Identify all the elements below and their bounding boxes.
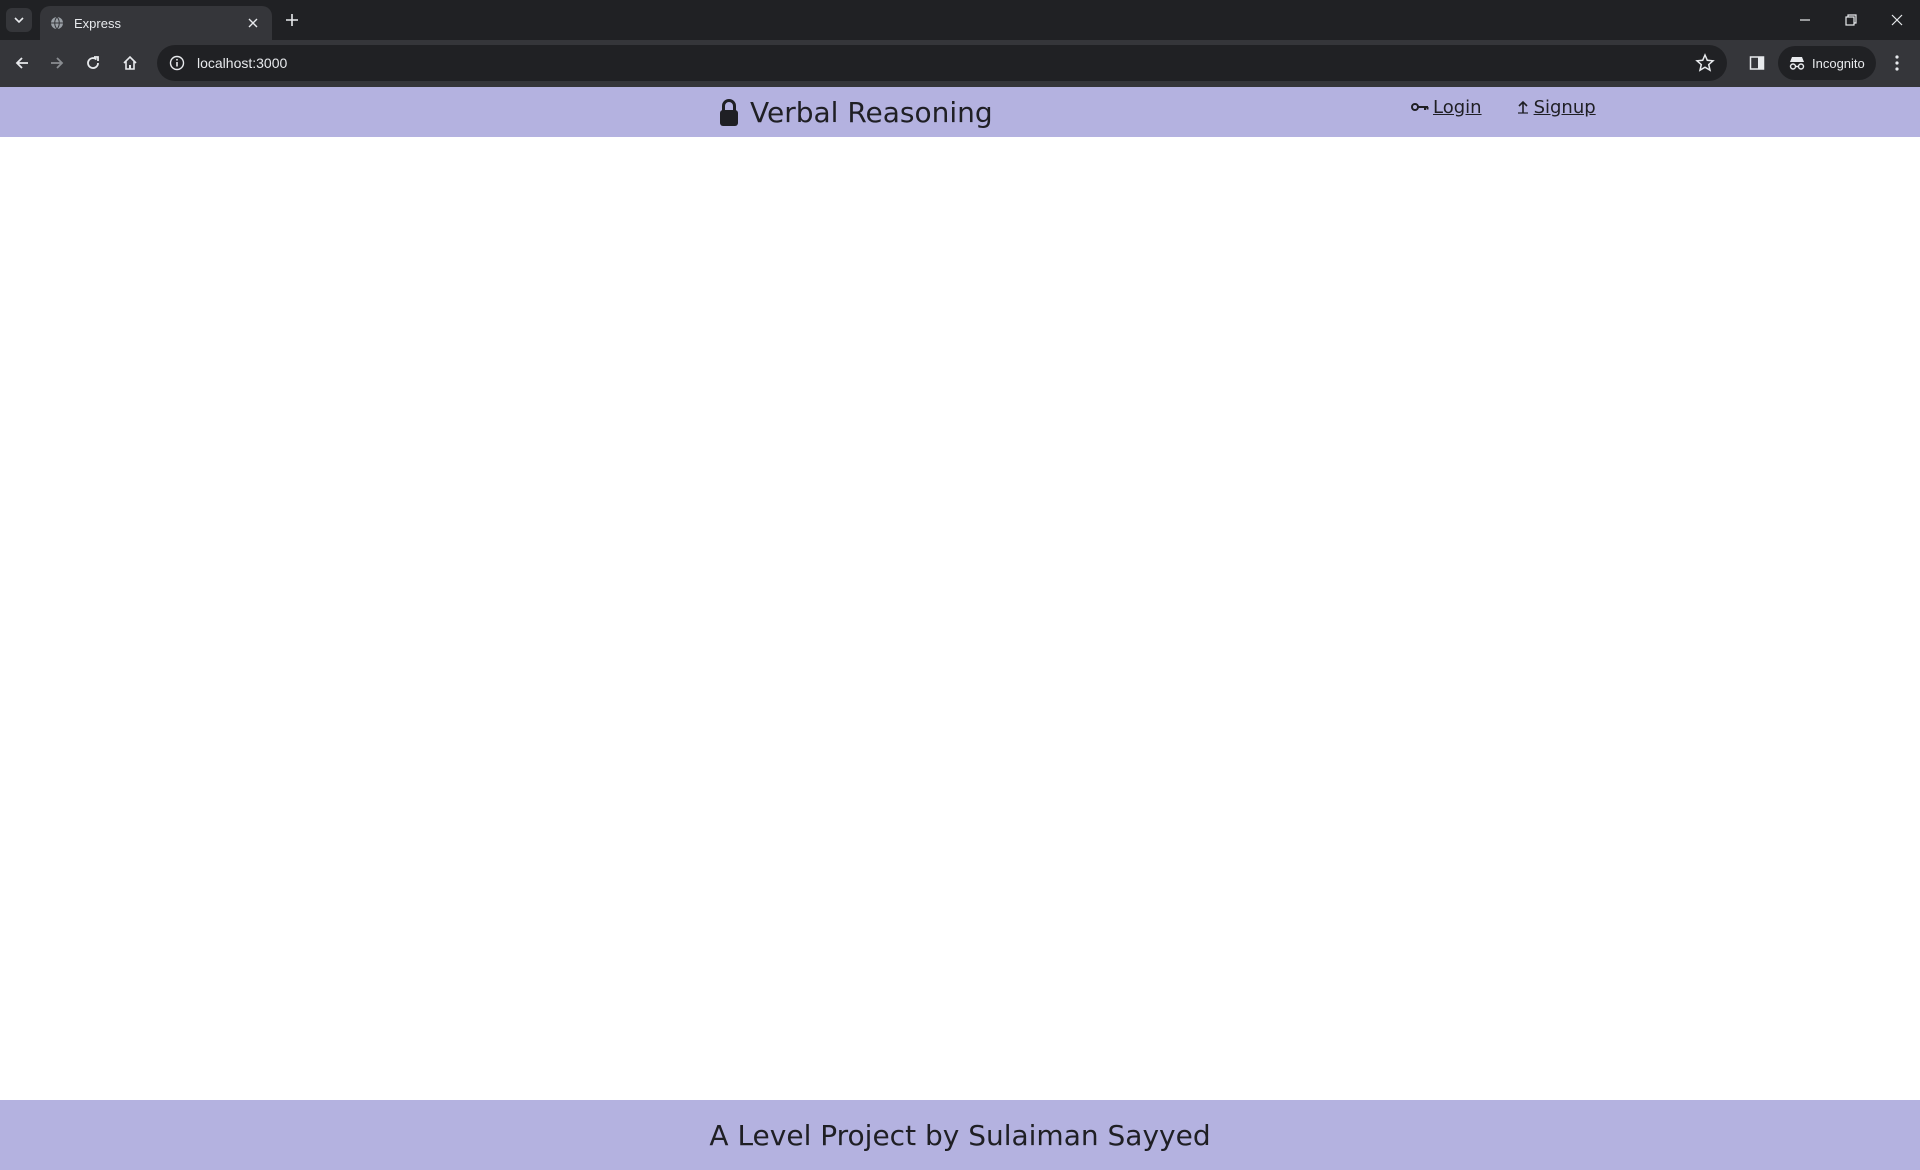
tab-search-button[interactable]	[6, 8, 32, 32]
incognito-icon	[1789, 57, 1805, 70]
header-nav: Login Signup	[1411, 92, 1596, 122]
site-footer: A Level Project by Sulaiman Sayyed	[0, 1100, 1920, 1170]
site-info-icon[interactable]	[169, 55, 185, 71]
signup-link[interactable]: Signup	[1516, 97, 1596, 118]
login-link[interactable]: Login	[1411, 97, 1482, 118]
lock-icon	[718, 97, 740, 127]
more-vertical-icon	[1895, 55, 1899, 71]
address-bar[interactable]: localhost:3000	[157, 45, 1727, 81]
incognito-badge[interactable]: Incognito	[1778, 46, 1876, 80]
main-content	[0, 137, 1920, 1100]
reload-icon	[87, 56, 99, 69]
minimize-icon	[1800, 19, 1810, 21]
bookmark-star-icon[interactable]	[1695, 53, 1715, 73]
site-brand[interactable]: Verbal Reasoning	[718, 93, 993, 131]
browser-tab-strip: Express	[0, 0, 1920, 40]
home-button[interactable]	[115, 48, 145, 78]
incognito-label: Incognito	[1812, 55, 1865, 71]
chevron-down-icon	[14, 17, 24, 24]
forward-button[interactable]	[42, 48, 72, 78]
web-page: Verbal Reasoning Login Signup A Level Pr…	[0, 87, 1920, 1170]
new-tab-button[interactable]	[280, 9, 304, 31]
key-icon	[1411, 101, 1429, 113]
side-panel-icon	[1749, 56, 1765, 70]
login-label: Login	[1433, 96, 1482, 118]
browser-toolbar: localhost:3000 Incognito	[0, 40, 1920, 87]
globe-icon	[50, 16, 64, 30]
restore-icon	[1845, 14, 1857, 26]
plus-icon	[286, 14, 298, 26]
close-icon	[1891, 14, 1903, 26]
url-text: localhost:3000	[197, 55, 288, 71]
tab-title: Express	[74, 15, 121, 31]
site-title: Verbal Reasoning	[750, 95, 993, 129]
home-icon	[123, 55, 137, 70]
close-window-button[interactable]	[1874, 0, 1920, 40]
back-button[interactable]	[7, 48, 37, 78]
arrow-left-icon	[15, 57, 28, 69]
browser-menu-button[interactable]	[1884, 50, 1910, 76]
side-panel-button[interactable]	[1744, 50, 1770, 76]
signup-label: Signup	[1533, 96, 1596, 118]
browser-tab-active[interactable]: Express	[40, 6, 272, 40]
close-tab-icon[interactable]	[244, 14, 262, 32]
reload-button[interactable]	[78, 48, 108, 78]
arrow-up-icon	[1516, 100, 1530, 114]
minimize-button[interactable]	[1782, 0, 1828, 40]
restore-button[interactable]	[1828, 0, 1874, 40]
footer-text: A Level Project by Sulaiman Sayyed	[709, 1118, 1211, 1152]
site-header: Verbal Reasoning Login Signup	[0, 87, 1920, 137]
arrow-right-icon	[51, 57, 64, 69]
